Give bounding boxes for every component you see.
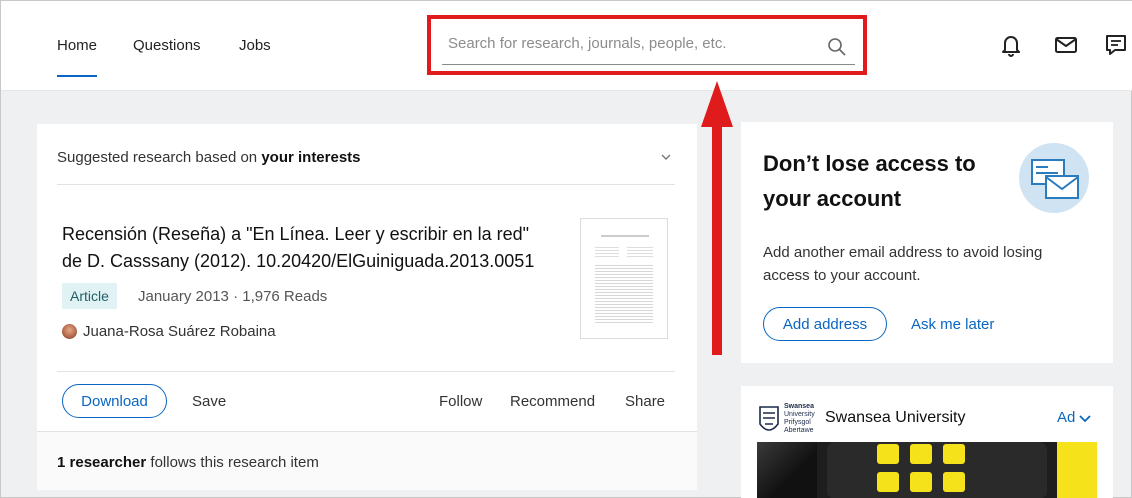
- chevron-down-icon[interactable]: [659, 152, 673, 162]
- suggested-heading: Suggested research based on your interes…: [57, 149, 361, 166]
- suggested-research-card: Suggested research based on your interes…: [37, 124, 697, 490]
- highlight-arrow: [701, 81, 733, 355]
- highlight-box: [427, 15, 867, 75]
- account-card-body: Add another email address to avoid losin…: [763, 244, 1043, 284]
- mail-icon[interactable]: [1053, 32, 1079, 58]
- ad-label: Ad: [1057, 409, 1076, 426]
- bell-icon[interactable]: [998, 32, 1024, 58]
- ad-banner-image[interactable]: [757, 442, 1097, 498]
- type-badge: Article: [62, 283, 117, 309]
- author-name[interactable]: Juana-Rosa Suárez Robaina: [83, 323, 276, 340]
- divider: [57, 184, 675, 185]
- research-meta: January 2013 · 1,976 Reads: [138, 288, 328, 305]
- paper-thumbnail[interactable]: [580, 218, 668, 339]
- swansea-logo: Swansea University Prifysgol Abertawe: [757, 402, 819, 440]
- ask-me-later-link[interactable]: Ask me later: [911, 316, 994, 333]
- account-access-card: Don’t lose access to your account Add an…: [741, 122, 1113, 363]
- author-avatar[interactable]: [62, 324, 77, 339]
- recommend-button[interactable]: Recommend: [510, 393, 595, 410]
- followers-text: 1 researcher follows this research item: [57, 454, 319, 471]
- account-card-title: Don’t lose access to your account: [763, 151, 976, 211]
- add-address-button[interactable]: Add address: [763, 307, 887, 341]
- ad-card: Swansea University Prifysgol Abertawe Sw…: [741, 386, 1113, 498]
- followers-bar: 1 researcher follows this research item: [37, 431, 697, 490]
- share-button[interactable]: Share: [625, 393, 665, 410]
- messages-icon[interactable]: [1103, 32, 1129, 58]
- save-button[interactable]: Save: [192, 393, 226, 410]
- ad-sponsor-name[interactable]: Swansea University: [825, 409, 966, 427]
- nav-home[interactable]: Home: [57, 37, 98, 77]
- email-card-icon: [1019, 143, 1089, 213]
- chevron-down-icon[interactable]: [1078, 413, 1092, 425]
- research-title[interactable]: Recensión (Reseña) a "En Línea. Leer y e…: [62, 221, 534, 275]
- nav-jobs[interactable]: Jobs: [239, 37, 271, 54]
- follow-button[interactable]: Follow: [439, 393, 482, 410]
- download-button[interactable]: Download: [62, 384, 167, 418]
- nav-questions[interactable]: Questions: [133, 37, 201, 54]
- divider: [57, 371, 675, 372]
